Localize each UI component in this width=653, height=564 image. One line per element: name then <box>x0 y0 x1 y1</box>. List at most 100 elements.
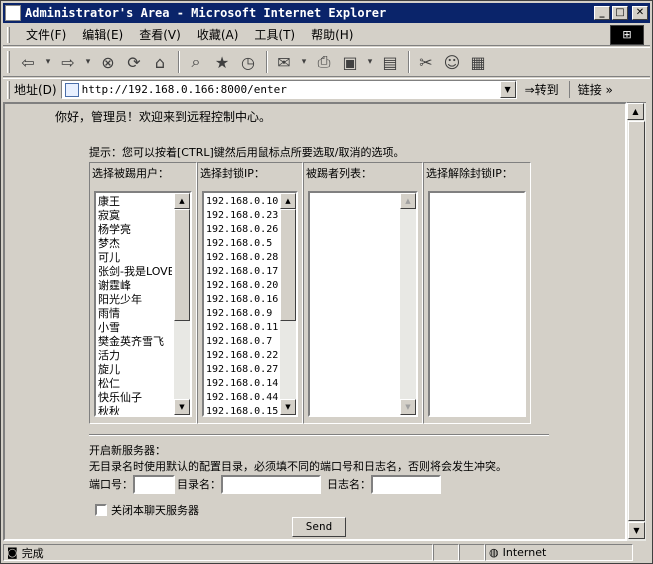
ip-list-item[interactable]: 192.168.0.9 <box>206 307 278 321</box>
scroll-up-icon[interactable]: ▲ <box>174 193 190 209</box>
menu-favorites[interactable]: 收藏(A) <box>189 26 247 43</box>
mail-dropdown-icon[interactable]: ▾ <box>298 50 310 74</box>
close-server-option[interactable]: 关闭本聊天服务器 <box>95 502 199 518</box>
user-list-item[interactable]: 杨学亮 <box>98 223 172 237</box>
status-text: 完成 <box>21 546 44 560</box>
search-icon[interactable]: ⌕ <box>184 50 208 74</box>
ip-list-item[interactable]: 192.168.0.22 <box>206 349 278 363</box>
maximize-button[interactable]: □ <box>612 6 628 20</box>
menu-help[interactable]: 帮助(H) <box>303 26 361 43</box>
menu-view[interactable]: 查看(V) <box>131 26 189 43</box>
address-dropdown-icon[interactable]: ▼ <box>499 81 516 98</box>
user-list-item[interactable]: 松仁 <box>98 377 172 391</box>
close-button[interactable]: ✕ <box>632 6 648 20</box>
new-server-note: 无目录名时使用默认的配置目录，必须填不同的端口号和日志名，否则将会发生冲突。 <box>89 460 507 473</box>
user-list-item[interactable]: 快乐仙子 <box>98 391 172 405</box>
ip-list-item[interactable]: 192.168.0.100 <box>206 195 278 209</box>
user-list-item[interactable]: 旋儿 <box>98 363 172 377</box>
ip-list-item[interactable]: 192.168.0.11 <box>206 321 278 335</box>
menu-edit[interactable]: 编辑(E) <box>74 26 131 43</box>
ip-list-item[interactable]: 192.168.0.28 <box>206 251 278 265</box>
back-dropdown-icon[interactable]: ▾ <box>42 50 54 74</box>
user-list-item[interactable]: 小雪 <box>98 321 172 335</box>
user-list-item[interactable]: 梦杰 <box>98 237 172 251</box>
ip-list-item[interactable]: 192.168.0.23 <box>206 209 278 223</box>
back-arrow-icon[interactable]: ⇦ <box>16 50 40 74</box>
close-server-checkbox[interactable] <box>95 504 107 516</box>
listbox-scrollbar[interactable]: ▲ ▼ <box>400 193 416 415</box>
edit-icon[interactable]: ▣ <box>338 50 362 74</box>
ip-list-item[interactable]: 192.168.0.14 <box>206 377 278 391</box>
print-icon[interactable]: ⎙ <box>312 50 336 74</box>
mail-icon[interactable]: ✉ <box>272 50 296 74</box>
scroll-thumb[interactable] <box>174 209 190 321</box>
dir-label: 目录名： <box>177 478 221 491</box>
port-input[interactable] <box>133 474 175 494</box>
user-list-item[interactable]: 寂寞 <box>98 209 172 223</box>
user-list-item[interactable]: 可儿 <box>98 251 172 265</box>
ip-list-item[interactable]: 192.168.0.44 <box>206 391 278 405</box>
home-icon[interactable]: ⌂ <box>148 50 172 74</box>
ip-list-item[interactable]: 192.168.0.200 <box>206 279 278 293</box>
user-list-item[interactable]: 活力 <box>98 349 172 363</box>
scroll-down-icon[interactable]: ▼ <box>280 399 296 415</box>
scroll-up-icon[interactable]: ▲ <box>627 103 644 120</box>
user-list-item[interactable]: 康王 <box>98 195 172 209</box>
edit-dropdown-icon[interactable]: ▾ <box>364 50 376 74</box>
address-input[interactable] <box>81 83 500 96</box>
ip-list-item[interactable]: 192.168.0.7 <box>206 335 278 349</box>
address-label: 地址(D) <box>14 83 57 97</box>
kick-users-listbox[interactable]: 康王 寂寞 杨学亮 梦杰 可儿 张剑-我是LOVE 谢霆峰 阳光少年 雨情 小雪 樊金英齐雪飞 活力旋… <box>94 191 192 417</box>
ip-list-item[interactable]: 192.168.0.15 <box>206 405 278 415</box>
scroll-thumb[interactable] <box>280 209 296 321</box>
favorites-icon[interactable]: ★ <box>210 50 234 74</box>
windows-logo-icon: ⊞ <box>610 25 644 45</box>
scroll-down-icon[interactable]: ▼ <box>400 399 416 415</box>
new-server-fields: 端口号： 目录名： 日志名： <box>89 474 441 494</box>
send-button[interactable]: Send <box>292 517 346 537</box>
scroll-down-icon[interactable]: ▼ <box>174 399 190 415</box>
user-list-item[interactable]: 阳光少年 <box>98 293 172 307</box>
listbox-scrollbar[interactable]: ▲ ▼ <box>174 193 190 415</box>
discuss-icon[interactable]: ▤ <box>378 50 402 74</box>
history-icon[interactable]: ◷ <box>236 50 260 74</box>
refresh-icon[interactable]: ⟳ <box>122 50 146 74</box>
kicked-list-header: 被踢者列表： <box>306 167 372 180</box>
block-ip-listbox[interactable]: 192.168.0.100 192.168.0.23 192.168.0.26 192… <box>202 191 298 417</box>
menu-tools[interactable]: 工具(T) <box>246 26 303 43</box>
page-scrollbar[interactable]: ▲ ▼ <box>627 102 646 541</box>
user-list-item[interactable]: 张剑-我是LOVE <box>98 265 172 279</box>
user-list-item[interactable]: 樊金英齐雪飞 <box>98 335 172 349</box>
ip-list-item[interactable]: 192.168.0.27 <box>206 363 278 377</box>
minimize-button[interactable]: _ <box>594 6 610 20</box>
internet-globe-icon: ◍ <box>489 546 499 559</box>
dir-input[interactable] <box>221 474 321 494</box>
scroll-thumb[interactable] <box>628 121 645 521</box>
user-list-item[interactable]: 雨情 <box>98 307 172 321</box>
user-list-item[interactable]: 秋秋 <box>98 405 172 415</box>
research-icon[interactable]: ✂ <box>414 50 438 74</box>
messenger-icon[interactable]: ☺ <box>440 50 464 74</box>
user-list-item[interactable]: 谢霆峰 <box>98 279 172 293</box>
scroll-up-icon[interactable]: ▲ <box>400 193 416 209</box>
ip-list-item[interactable]: 192.168.0.16 <box>206 293 278 307</box>
forward-arrow-icon[interactable]: ⇨ <box>56 50 80 74</box>
scroll-up-icon[interactable]: ▲ <box>280 193 296 209</box>
scroll-down-icon[interactable]: ▼ <box>628 522 645 539</box>
stop-icon[interactable]: ⊗ <box>96 50 120 74</box>
listbox-scrollbar[interactable]: ▲ ▼ <box>280 193 296 415</box>
kicked-listbox[interactable]: ▲ ▼ <box>308 191 418 417</box>
links-button[interactable]: 链接 » <box>568 81 613 98</box>
log-input[interactable] <box>371 474 441 494</box>
ip-list-item[interactable]: 192.168.0.26 <box>206 223 278 237</box>
go-button[interactable]: ⇒转到 <box>525 81 559 98</box>
ip-list-item[interactable]: 192.168.0.17 <box>206 265 278 279</box>
address-field[interactable]: ▼ <box>60 80 517 99</box>
menu-file[interactable]: 文件(F) <box>18 26 74 43</box>
forward-dropdown-icon[interactable]: ▾ <box>82 50 94 74</box>
media-icon[interactable]: ▦ <box>466 50 490 74</box>
zone-text: Internet <box>502 546 547 559</box>
block-ip-header: 选择封锁IP： <box>200 167 265 180</box>
ip-list-item[interactable]: 192.168.0.5 <box>206 237 278 251</box>
unblock-ip-listbox[interactable] <box>428 191 526 417</box>
